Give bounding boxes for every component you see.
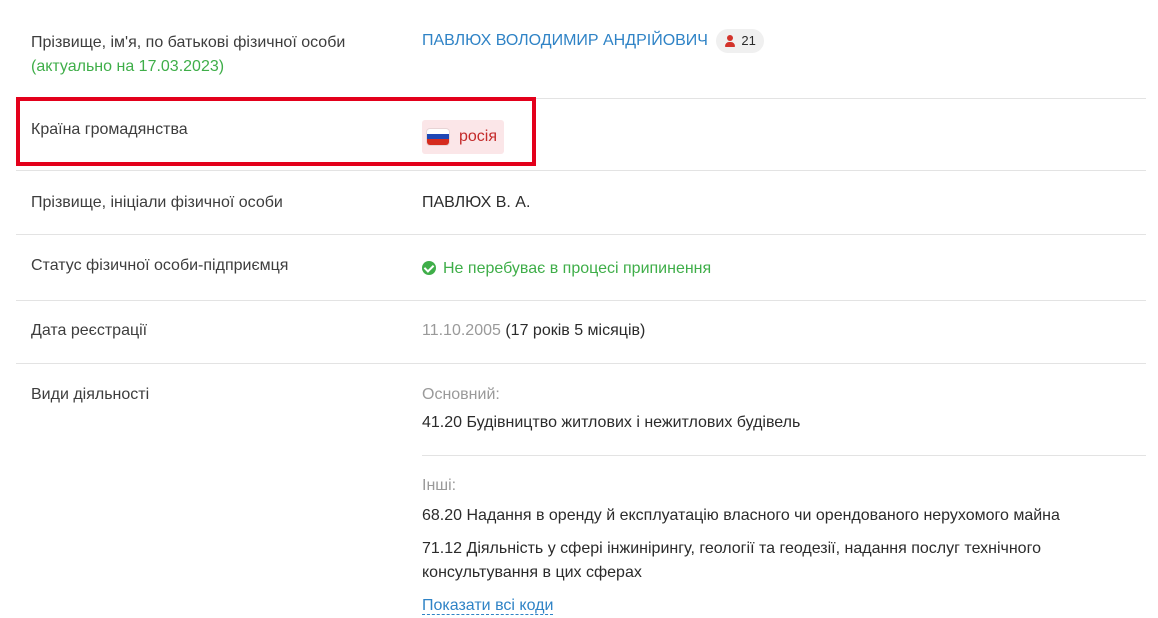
related-persons-count: 21 [741, 33, 756, 48]
other-activity-item: 68.20 Надання в оренду й експлуатацію вл… [422, 507, 1060, 524]
registration-date: 11.10.2005 [422, 322, 501, 339]
citizenship-highlight-box [16, 97, 536, 166]
status-label: Статус фізичної особи-підприємця [31, 257, 289, 274]
activities-value: Основний: 41.20 Будівництво житлових і н… [422, 383, 1146, 618]
row-initials: Прізвище, ініціали фізичної особи ПАВЛЮХ… [16, 170, 1146, 235]
registration-label: Дата реєстрації [31, 322, 148, 339]
full-name-label: Прізвище, ім'я, по батькові фізичної осо… [31, 31, 345, 79]
activities-label: Види діяльності [31, 386, 150, 403]
activities-divider [422, 455, 1146, 456]
other-activity-item: 71.12 Діяльність у сфері інжинірингу, ге… [422, 540, 1041, 581]
show-all-codes-link[interactable]: Показати всі коди [422, 597, 554, 615]
check-circle-icon [422, 261, 436, 275]
status-value: Не перебуває в процесі припинення [422, 257, 711, 281]
row-registration-date: Дата реєстрації 11.10.2005 (17 років 5 м… [16, 300, 1146, 364]
status-text: Не перебуває в процесі припинення [443, 260, 712, 277]
full-name-label-text: Прізвище, ім'я, по батькові фізичної осо… [31, 34, 346, 51]
other-activities-title: Інші: [422, 477, 457, 494]
registration-duration: (17 років 5 місяців) [505, 322, 646, 339]
related-persons-badge[interactable]: 21 [716, 29, 764, 53]
main-activity-title: Основний: [422, 386, 500, 403]
initials-value: ПАВЛЮХ В. А. [422, 194, 531, 211]
person-icon [724, 35, 736, 47]
main-activity-item: 41.20 Будівництво житлових і нежитлових … [422, 414, 801, 431]
actual-date-note: (актуально на 17.03.2023) [31, 58, 225, 75]
registration-value: 11.10.2005 (17 років 5 місяців) [422, 319, 645, 343]
row-status: Статус фізичної особи-підприємця Не пере… [16, 234, 1146, 301]
full-name-link[interactable]: ПАВЛЮХ ВОЛОДИМИР АНДРІЙОВИЧ [422, 32, 708, 49]
initials-label: Прізвище, ініціали фізичної особи [31, 194, 283, 211]
full-name-value: ПАВЛЮХ ВОЛОДИМИР АНДРІЙОВИЧ 21 [422, 29, 764, 53]
row-activities: Види діяльності Основний: 41.20 Будівниц… [16, 363, 1146, 615]
row-full-name: Прізвище, ім'я, по батькові фізичної осо… [16, 0, 1146, 99]
